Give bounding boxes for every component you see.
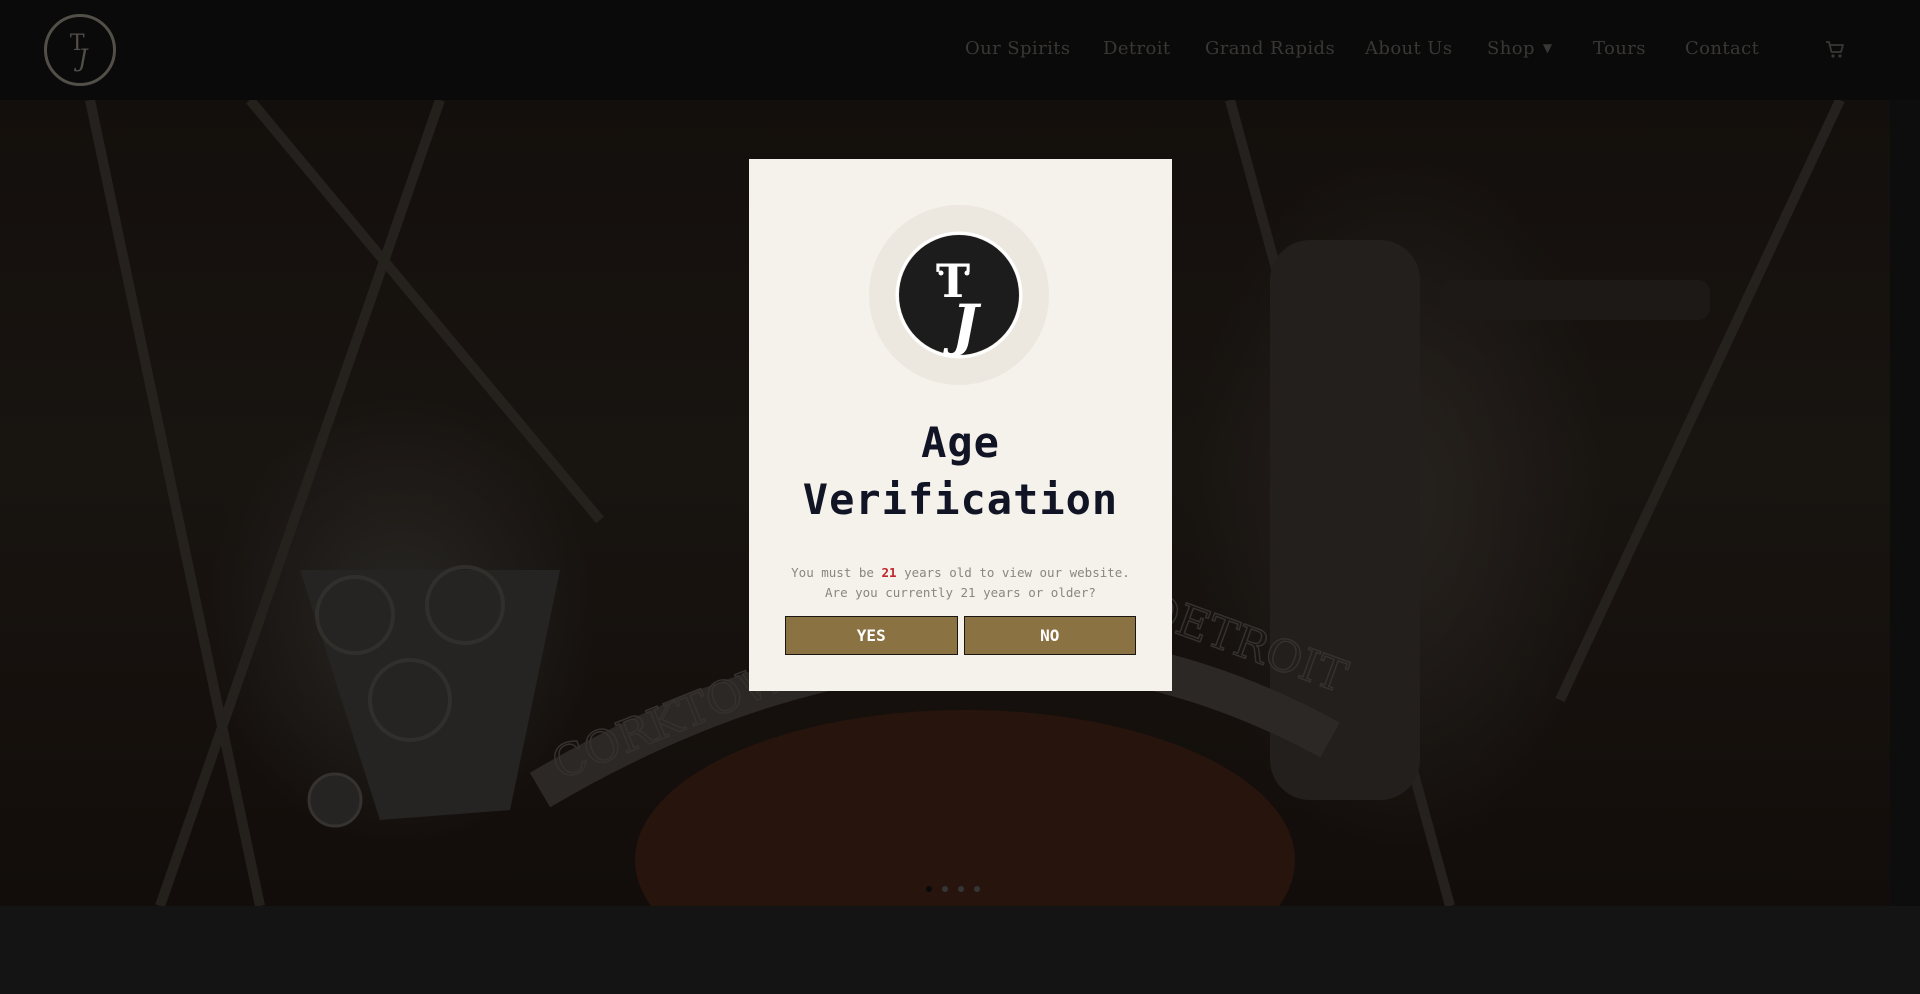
tj-monogram-badge-icon: T J [869, 205, 1049, 385]
modal-title: Age Verification [749, 414, 1172, 528]
required-age: 21 [881, 565, 897, 580]
age-gate-actions: YES NO [785, 616, 1136, 655]
no-button[interactable]: NO [963, 616, 1136, 655]
age-requirement-message: You must be 21 years old to view our web… [749, 563, 1172, 603]
modal-title-line-1: Age [921, 418, 1000, 467]
yes-button[interactable]: YES [785, 616, 958, 655]
message-before: You must be [791, 565, 874, 580]
age-requirement-line: You must be 21 years old to view our web… [749, 563, 1172, 583]
message-after: years old to view our website. [904, 565, 1130, 580]
age-question: Are you currently 21 years or older? [825, 585, 1096, 600]
modal-title-line-2: Verification [802, 475, 1119, 524]
age-verification-modal: T J Age Verification You must be 21 year… [749, 159, 1172, 691]
